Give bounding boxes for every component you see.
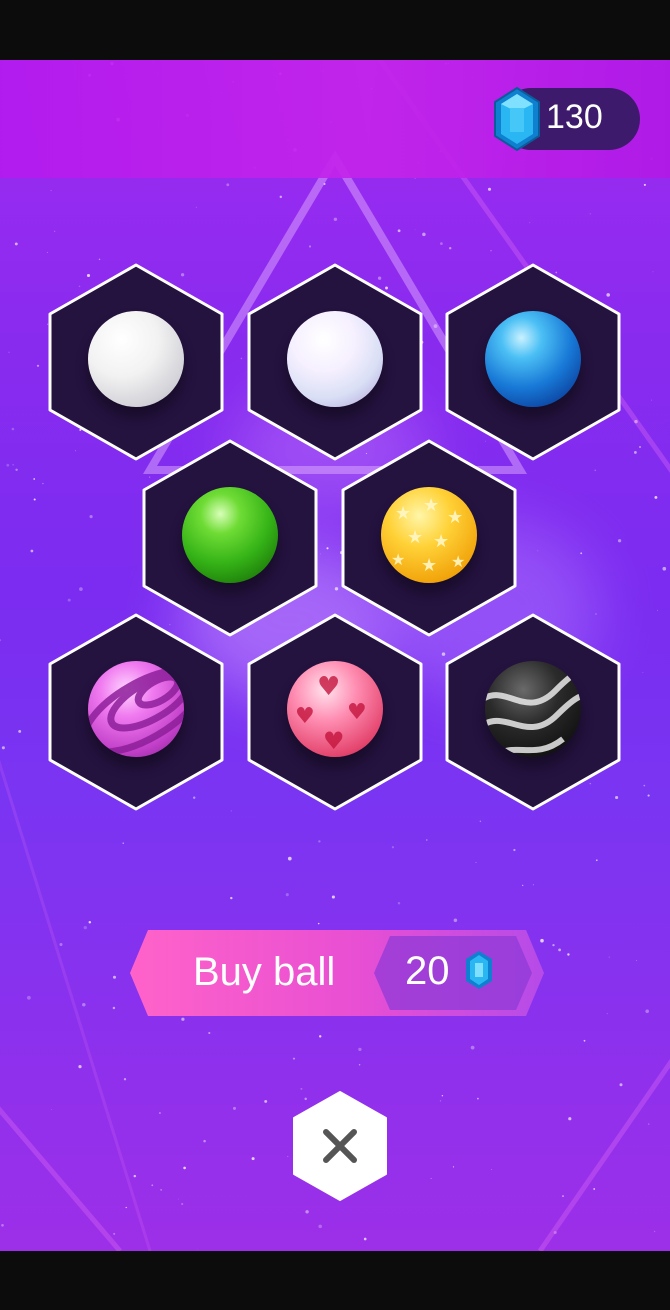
ball-slot-pearl[interactable]: [245, 262, 425, 462]
svg-text:★: ★: [433, 531, 449, 552]
ball-slot-hearts[interactable]: ♥ ♥ ♥ ♥: [245, 612, 425, 812]
buy-ball-label: Buy ball: [193, 950, 336, 994]
ball-slot-white[interactable]: [46, 262, 226, 462]
svg-text:★: ★: [391, 550, 405, 569]
ball-shop-screen: 130 ★ ★ ★ ★ ★ ★ ★ ★ ♥ ♥ ♥ ♥ Buy ball 20: [0, 60, 670, 1251]
svg-text:♥: ♥: [323, 727, 345, 755]
svg-text:★: ★: [451, 552, 465, 571]
ball-slot-swirl[interactable]: [443, 612, 623, 812]
ball-grid: ★ ★ ★ ★ ★ ★ ★ ★ ♥ ♥ ♥ ♥: [0, 60, 670, 1251]
ball-slot-stars[interactable]: ★ ★ ★ ★ ★ ★ ★ ★: [339, 438, 519, 638]
svg-text:♥: ♥: [295, 704, 315, 729]
ball-slot-stripes[interactable]: [46, 612, 226, 812]
close-button[interactable]: [290, 1090, 390, 1202]
ball-slot-green[interactable]: [140, 438, 320, 638]
svg-text:★: ★: [423, 495, 439, 516]
blue-ball: [485, 311, 581, 407]
buy-ball-button[interactable]: Buy ball 20: [128, 928, 548, 1018]
buy-ball-price: 20: [405, 949, 450, 993]
svg-text:★: ★: [395, 503, 411, 524]
pearl-ball: [287, 311, 383, 407]
star-ball: ★ ★ ★ ★ ★ ★ ★ ★: [381, 487, 477, 583]
navigation-bar-area: [0, 1251, 670, 1310]
ball-slot-blue[interactable]: [443, 262, 623, 462]
heart-ball: ♥ ♥ ♥ ♥: [287, 661, 383, 757]
status-bar-area: [0, 0, 670, 60]
svg-text:♥: ♥: [317, 672, 340, 702]
svg-text:★: ★: [447, 507, 463, 528]
purple-striped-ball: [88, 661, 184, 757]
white-ball: [88, 311, 184, 407]
blue-gem-icon: [464, 950, 494, 990]
svg-text:★: ★: [421, 555, 437, 576]
black-swirl-ball: [485, 661, 581, 757]
svg-text:★: ★: [407, 527, 423, 548]
svg-text:♥: ♥: [347, 700, 367, 725]
green-ball: [182, 487, 278, 583]
